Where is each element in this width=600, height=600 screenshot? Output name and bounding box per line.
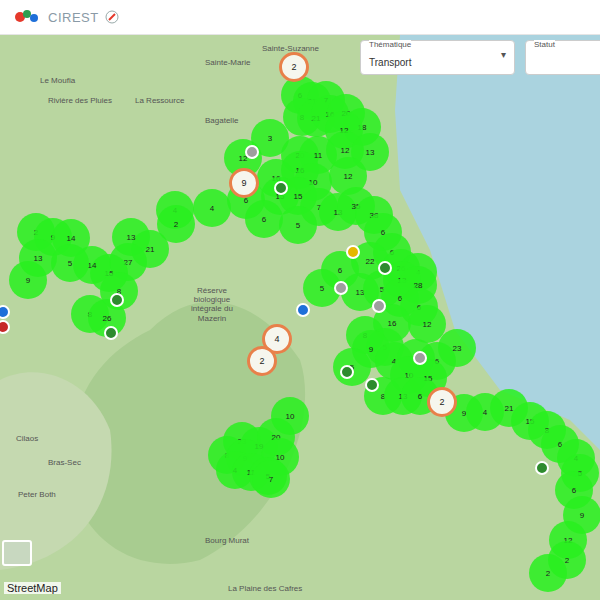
stop-marker[interactable] [334,281,348,295]
stop-marker[interactable] [346,245,360,259]
cluster-count: 16 [388,319,397,328]
cluster-count: 9 [580,511,584,520]
filter-label: Statut [534,40,555,49]
place-label: Bagatelle [205,116,238,125]
cluster-count: 3 [268,134,272,143]
filter-bar: Thématique Transport ▾ Statut [360,40,600,75]
stop-marker[interactable] [413,351,427,365]
cluster-count: 2 [439,397,444,407]
cluster-marker[interactable]: 9 [229,168,259,198]
place-label: Cilaos [16,434,38,443]
cluster-count: 23 [453,344,462,353]
cluster-count: 2 [174,220,178,229]
cluster-count: 9 [369,345,373,354]
cluster-count: 5 [68,259,72,268]
cluster-marker[interactable]: 7 [252,460,290,498]
cluster-marker[interactable]: 2 [529,554,567,592]
cluster-count: 9 [241,178,246,188]
cluster-count: 2 [565,556,569,565]
cluster-count: 12 [341,146,350,155]
page: CIREST Le MoufiaSainte-MarieSainte-Suzan… [0,0,600,600]
filter-value: Transport [369,57,411,68]
filter-label: Thématique [369,40,411,49]
cluster-marker[interactable]: 2 [279,52,309,82]
cluster-count: 10 [286,412,295,421]
place-label: Bras-Sec [48,458,81,467]
stop-marker[interactable] [372,299,386,313]
cluster-marker[interactable]: 5 [51,244,89,282]
cluster-count: 2 [291,62,296,72]
cluster-count: 2 [259,356,264,366]
stop-marker[interactable] [378,261,392,275]
cluster-count: 14 [67,234,76,243]
stop-marker[interactable] [110,293,124,307]
app-header: CIREST [0,0,600,35]
place-label: Bourg Murat [205,536,249,545]
cluster-count: 12 [344,172,353,181]
cluster-count: 5 [320,284,324,293]
cluster-count: 12 [423,320,432,329]
place-label: Rivière des Pluies [48,96,112,105]
cluster-count: 4 [274,334,279,344]
cluster-marker[interactable]: 2 [247,346,277,376]
stop-marker[interactable] [274,181,288,195]
compass-icon [105,10,119,24]
caret-icon: ▾ [501,49,506,60]
cluster-count: 6 [262,215,266,224]
app-title: CIREST [48,10,99,25]
map[interactable]: Le MoufiaSainte-MarieSainte-SuzanneRiviè… [0,35,600,600]
cluster-count: 7 [269,475,273,484]
cirest-logo-icon[interactable] [12,7,42,27]
cluster-count: 22 [366,257,375,266]
place-label: La Plaine des Cafres [228,584,302,593]
cluster-count: 13 [127,233,136,242]
cluster-marker[interactable]: 4 [193,189,231,227]
cluster-count: 6 [418,392,422,401]
cluster-count: 13 [34,254,43,263]
cluster-marker[interactable]: 6 [245,200,283,238]
cluster-marker[interactable]: 9 [9,261,47,299]
cluster-count: 4 [483,408,487,417]
stop-marker[interactable] [340,365,354,379]
cluster-marker[interactable]: 23 [438,329,476,367]
cluster-count: 6 [338,266,342,275]
filter-select[interactable]: Thématique Transport ▾ [360,40,515,75]
cluster-count: 5 [296,221,300,230]
map-attribution: StreetMap [4,582,61,594]
place-label: Sainte-Marie [205,58,250,67]
stop-marker[interactable] [245,145,259,159]
cluster-count: 6 [572,486,576,495]
stop-marker[interactable] [296,303,310,317]
stop-marker[interactable] [535,461,549,475]
stop-marker[interactable] [104,326,118,340]
cluster-marker[interactable]: 5 [279,206,317,244]
cluster-marker[interactable]: 2 [427,387,457,417]
place-label: La Ressource [135,96,184,105]
cluster-count: 9 [26,276,30,285]
cluster-count: 21 [505,404,514,413]
cluster-count: 13 [366,148,375,157]
place-label: Réserve biologique intégrale du Mazerin [182,286,242,323]
filter-select[interactable]: Statut [525,40,600,75]
stop-marker[interactable] [365,378,379,392]
place-label: Peter Both [18,490,56,499]
cluster-count: 4 [210,204,214,213]
cluster-count: 2 [546,569,550,578]
place-label: Le Moufia [40,76,75,85]
cluster-count: 26 [103,314,112,323]
layer-switcher[interactable] [2,540,32,566]
